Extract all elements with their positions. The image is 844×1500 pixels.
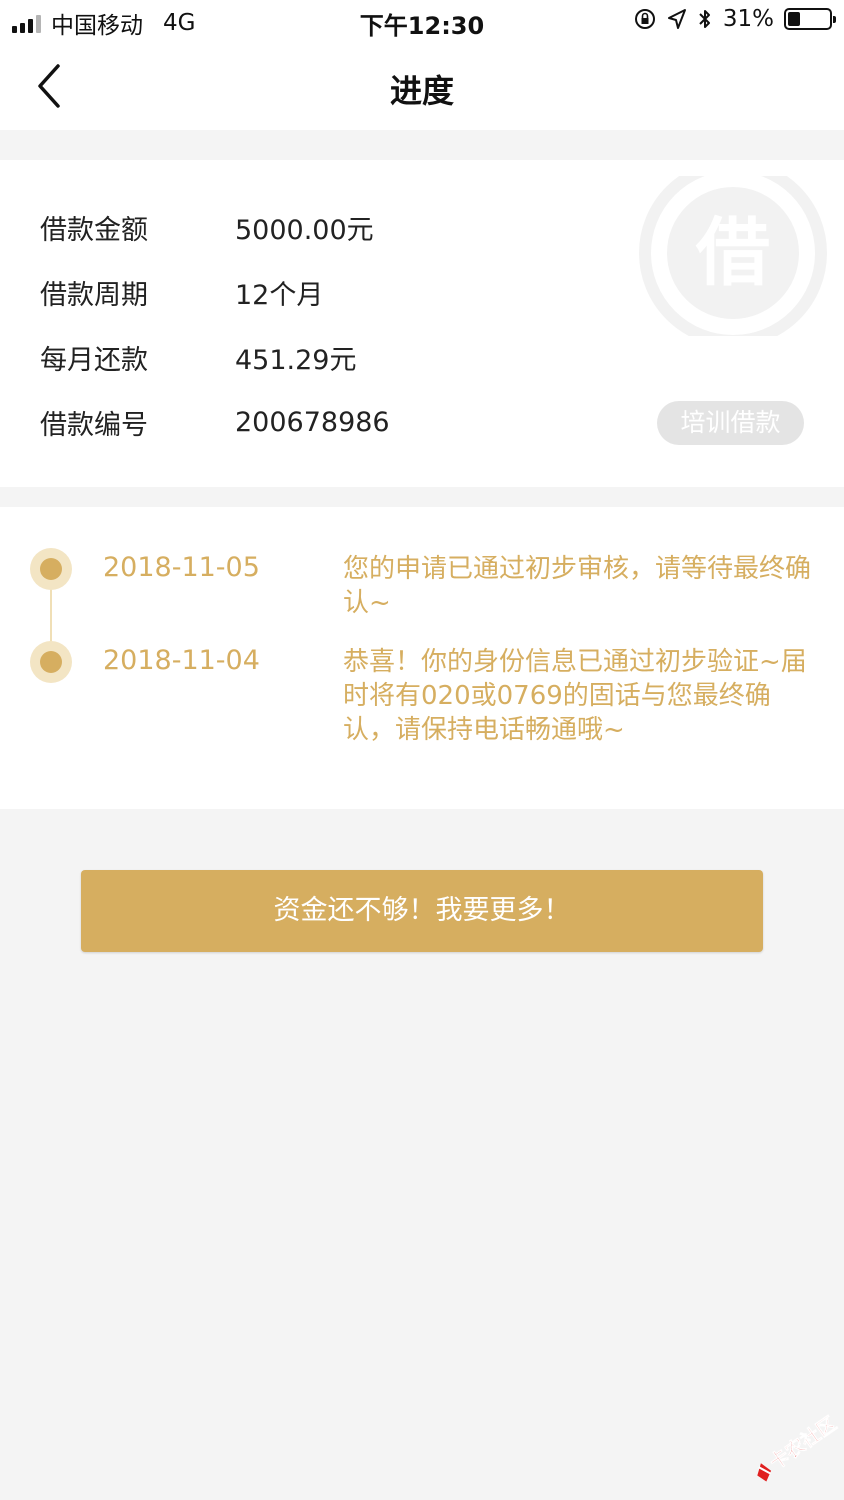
watermark-logo: 卡农社区	[757, 1414, 840, 1482]
timeline-dot-icon	[30, 641, 72, 683]
stamp-character: 借	[695, 210, 770, 296]
bluetooth-icon	[699, 10, 710, 28]
page-title: 进度	[389, 72, 454, 110]
status-bar: 中国移动 4G 下午12:30 31%	[0, 0, 844, 44]
borrow-more-button[interactable]: 资金还不够！我要更多！	[81, 870, 763, 952]
timeline-message: 恭喜！你的身份信息已通过初步验证~届时将有020或0769的固话与您最终确认，请…	[343, 647, 807, 745]
timeline-dot-icon	[30, 548, 72, 590]
timeline-message: 您的申请已通过初步审核，请等待最终确认~	[343, 554, 812, 618]
nav-bar: 进度	[0, 44, 844, 130]
info-value: 5000.00元	[235, 215, 374, 246]
loan-stamp-icon: 借	[639, 176, 827, 336]
loan-info-card: 借 借款金额 5000.00元 借款周期 12个月 每月还款 451.29元 借…	[0, 160, 844, 487]
info-row-period: 借款周期 12个月	[40, 273, 323, 312]
location-icon	[667, 9, 686, 29]
info-label: 借款编号	[40, 410, 148, 441]
info-value: 200678986	[235, 407, 390, 438]
info-label: 每月还款	[40, 345, 148, 376]
battery-fill	[788, 12, 801, 26]
timeline-date: 2018-11-05	[103, 552, 260, 583]
info-row-monthly: 每月还款 451.29元	[40, 338, 356, 377]
info-row-number: 借款编号 200678986	[40, 403, 390, 442]
info-label: 借款金额	[40, 215, 148, 246]
info-label: 借款周期	[40, 280, 148, 311]
loan-type-badge: 培训借款	[657, 401, 804, 445]
progress-timeline: 2018-11-05 您的申请已通过初步审核，请等待最终确认~ 2018-11-…	[0, 507, 844, 809]
orientation-lock-icon	[634, 9, 655, 29]
battery-icon	[784, 8, 836, 30]
info-row-amount: 借款金额 5000.00元	[40, 208, 374, 247]
watermark-text: 卡农社区	[765, 1414, 840, 1474]
timeline-date: 2018-11-04	[103, 645, 260, 676]
info-value: 12个月	[235, 280, 324, 311]
info-value: 451.29元	[235, 345, 357, 376]
battery-percent: 31%	[722, 6, 774, 32]
status-bar-right: 31%	[633, 6, 836, 32]
